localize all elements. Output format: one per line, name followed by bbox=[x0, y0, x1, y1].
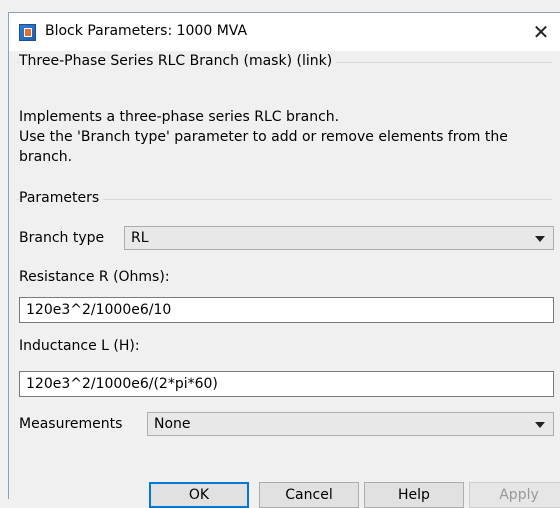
measurements-select[interactable]: None bbox=[147, 412, 554, 436]
mask-group-title: Three-Phase Series RLC Branch (mask) (li… bbox=[19, 53, 337, 69]
title-bar: Block Parameters: 1000 MVA ✕ bbox=[9, 13, 560, 51]
mask-description: Implements a three-phase series RLC bran… bbox=[19, 107, 554, 167]
measurements-label: Measurements bbox=[19, 416, 123, 432]
mask-description-text: Implements a three-phase series RLC bran… bbox=[19, 109, 508, 165]
help-button[interactable]: Help bbox=[364, 482, 464, 508]
resistance-label: Resistance R (Ohms): bbox=[19, 269, 170, 285]
simulink-block-icon bbox=[19, 24, 36, 41]
branch-type-select[interactable]: RL bbox=[124, 226, 554, 250]
close-button[interactable]: ✕ bbox=[522, 13, 560, 51]
cancel-button[interactable]: Cancel bbox=[259, 482, 359, 508]
branch-type-value: RL bbox=[131, 230, 149, 246]
chevron-down-icon bbox=[535, 422, 545, 428]
measurements-value: None bbox=[154, 416, 191, 432]
chevron-down-icon bbox=[535, 236, 545, 242]
block-parameters-dialog: Block Parameters: 1000 MVA ✕ Three-Phase… bbox=[8, 12, 560, 508]
branch-type-label: Branch type bbox=[19, 230, 105, 246]
dialog-content: Three-Phase Series RLC Branch (mask) (li… bbox=[9, 51, 560, 508]
window-title: Block Parameters: 1000 MVA bbox=[45, 23, 248, 39]
resistance-field[interactable]: 120e3^2/1000e6/10 bbox=[19, 297, 554, 323]
ok-button[interactable]: OK bbox=[149, 482, 249, 508]
parameters-group-title: Parameters bbox=[19, 190, 104, 206]
inductance-field[interactable]: 120e3^2/1000e6/(2*pi*60) bbox=[19, 371, 554, 397]
apply-button: Apply bbox=[469, 482, 560, 508]
inductance-label: Inductance L (H): bbox=[19, 338, 140, 354]
